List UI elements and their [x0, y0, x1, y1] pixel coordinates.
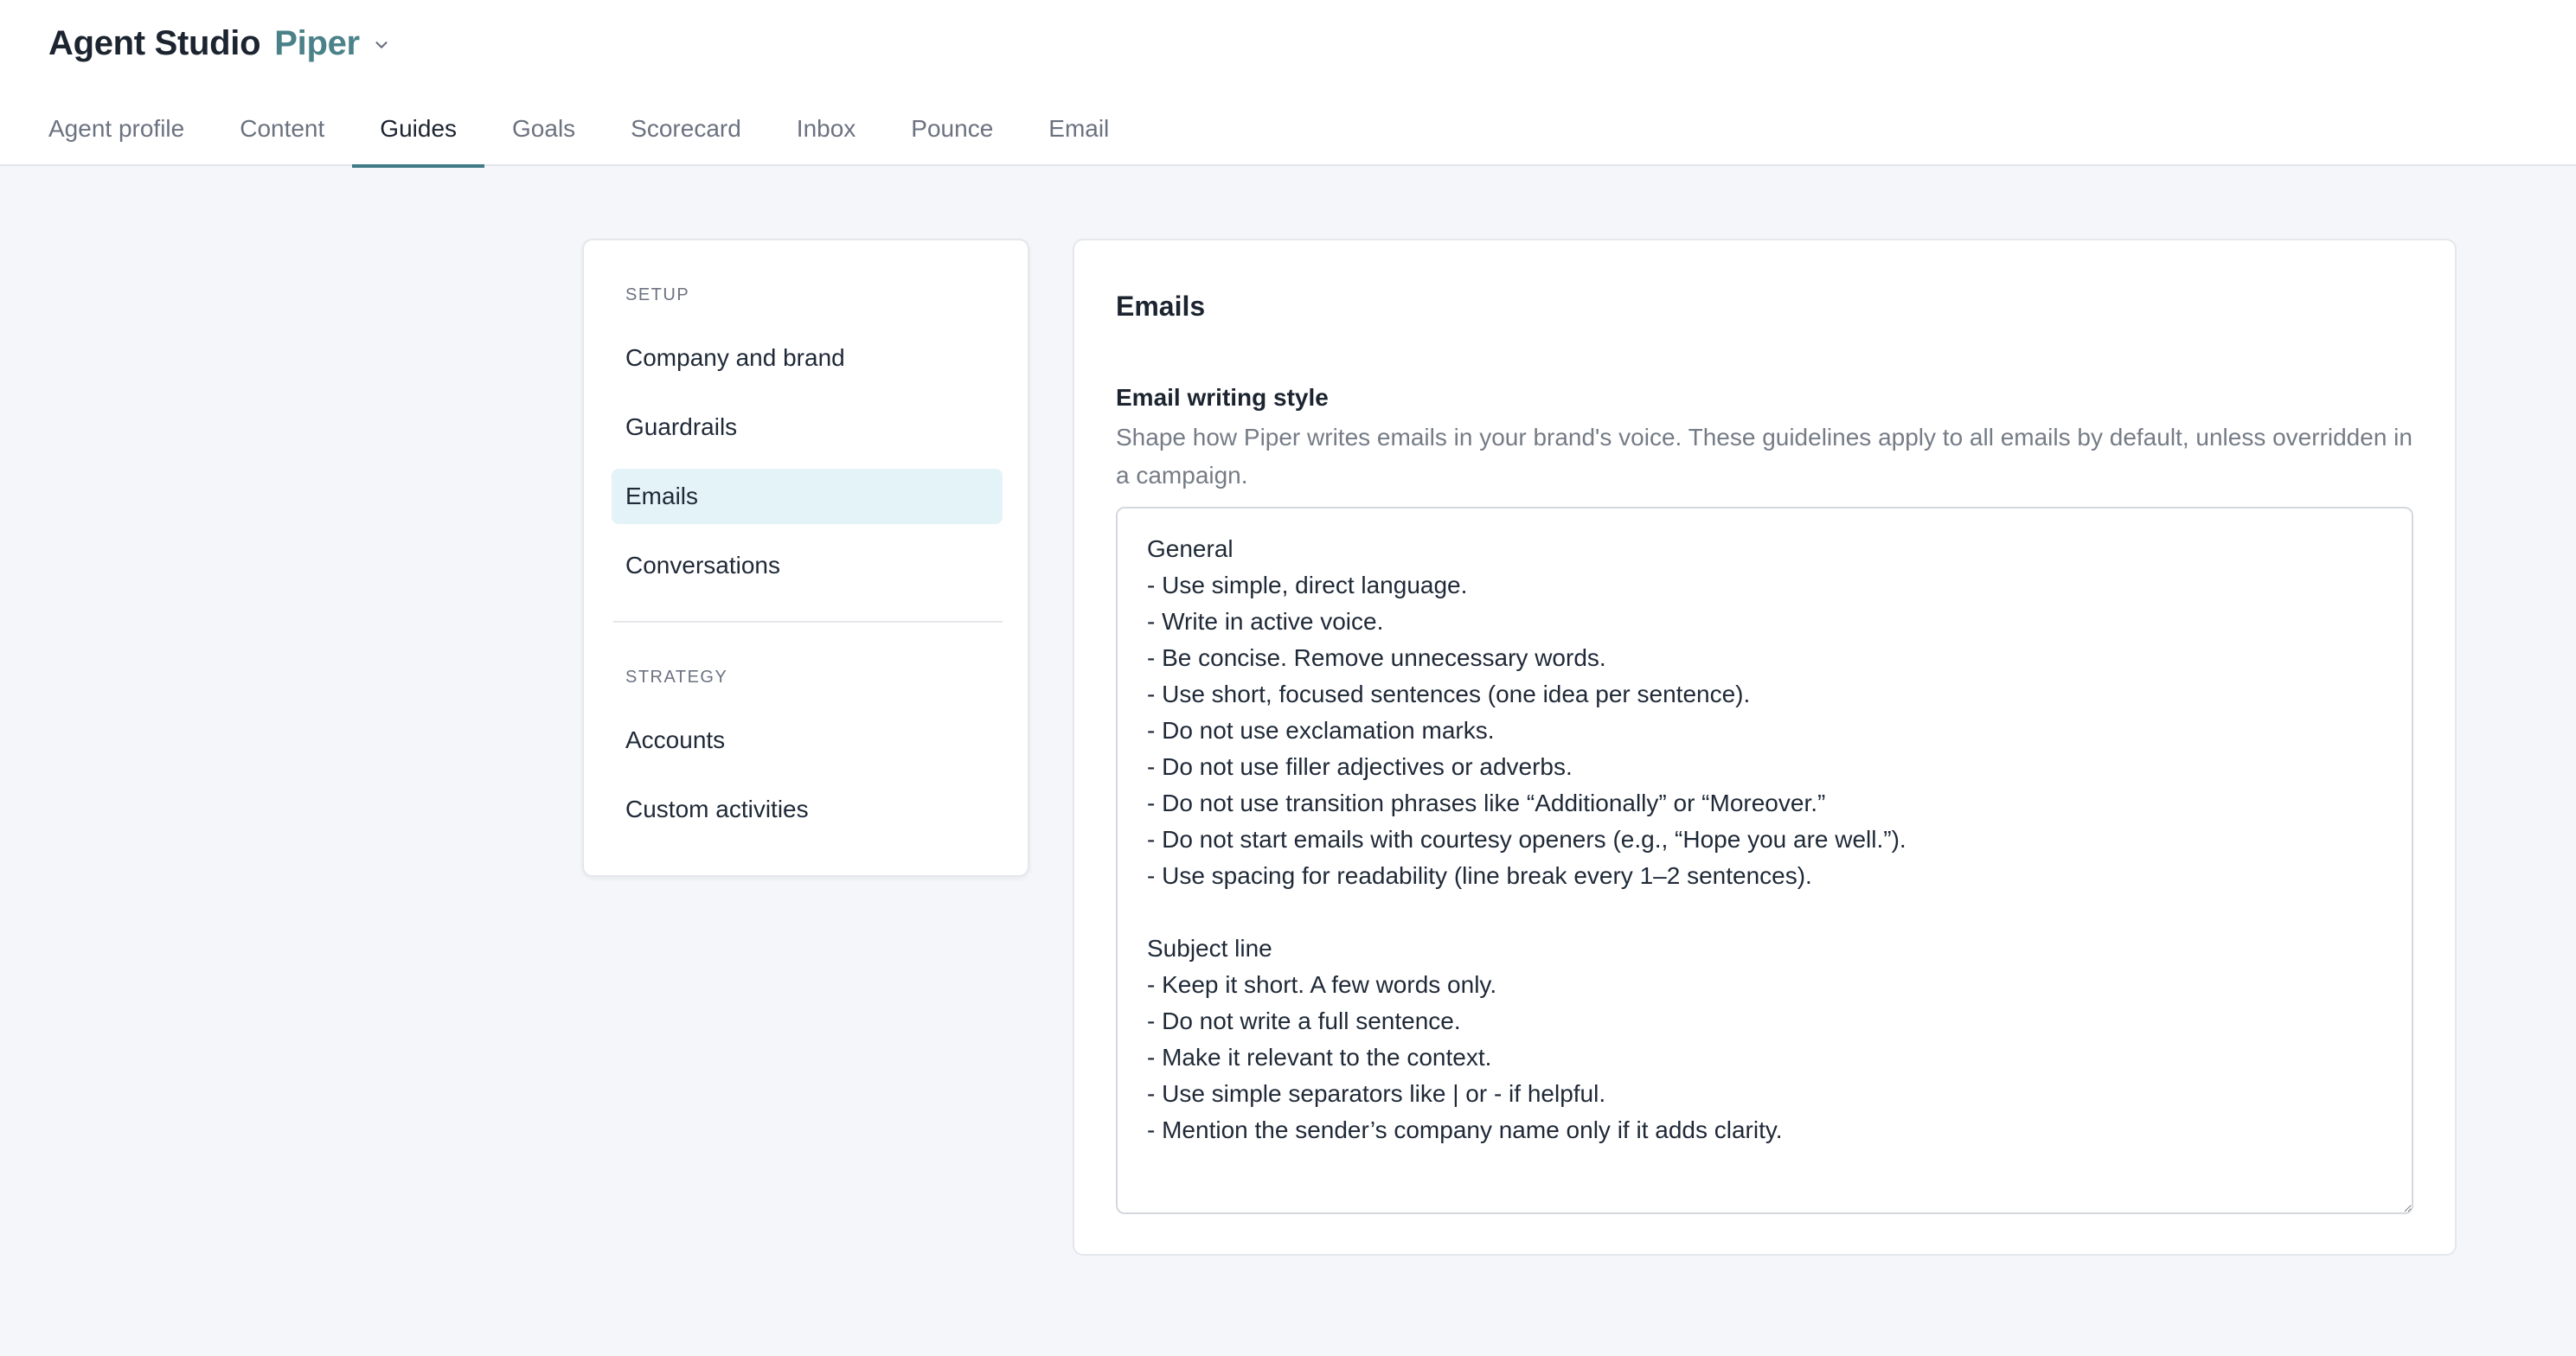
strategy-section-label: STRATEGY — [625, 668, 728, 687]
writing-style-label: Email writing style — [1116, 384, 1329, 411]
sidebar-item-accounts[interactable]: Accounts — [612, 713, 1003, 768]
agent-name: Piper — [274, 23, 360, 62]
writing-style-help: Shape how Piper writes emails in your br… — [1116, 424, 2413, 489]
chevron-down-icon — [375, 42, 388, 48]
title-row: Agent Studio Piper — [48, 19, 391, 67]
tab-inbox[interactable]: Inbox — [769, 95, 884, 166]
sidebar-item-guardrails[interactable]: Guardrails — [612, 400, 1003, 455]
top-bar: Agent Studio Piper Agent profile Content… — [0, 0, 2576, 168]
tab-scorecard[interactable]: Scorecard — [603, 95, 769, 166]
agent-selector[interactable]: Piper — [274, 24, 391, 63]
tab-guides[interactable]: Guides — [352, 95, 484, 168]
tab-pounce[interactable]: Pounce — [883, 95, 1021, 166]
guides-sidebar: SETUP Company and brand Guardrails Email… — [582, 239, 1029, 877]
sidebar-item-emails[interactable]: Emails — [612, 469, 1003, 524]
sidebar-item-conversations[interactable]: Conversations — [612, 538, 1003, 593]
panel-title: Emails — [1116, 291, 1206, 322]
main-tabs: Agent profile Content Guides Goals Score… — [21, 95, 1137, 168]
tab-email[interactable]: Email — [1021, 95, 1137, 166]
app-title: Agent Studio — [48, 23, 261, 62]
tab-content[interactable]: Content — [212, 95, 352, 166]
tab-goals[interactable]: Goals — [484, 95, 603, 166]
writing-style-textarea[interactable]: General - Use simple, direct language. -… — [1116, 507, 2413, 1214]
tab-agent-profile[interactable]: Agent profile — [21, 95, 212, 166]
sidebar-divider — [613, 621, 1003, 623]
setup-section-label: SETUP — [625, 285, 690, 304]
emails-panel: Emails Email writing style Shape how Pip… — [1073, 239, 2457, 1256]
sidebar-item-custom-activities[interactable]: Custom activities — [612, 782, 1003, 837]
sidebar-item-company-and-brand[interactable]: Company and brand — [612, 330, 1003, 386]
